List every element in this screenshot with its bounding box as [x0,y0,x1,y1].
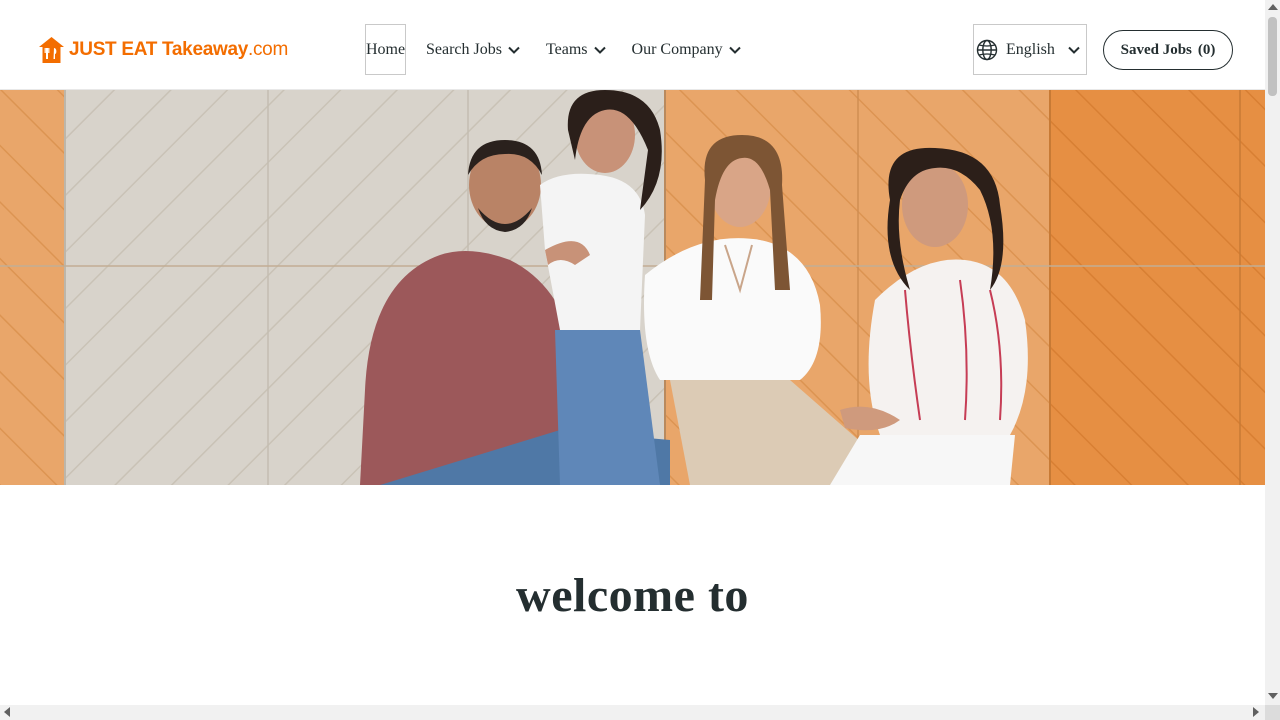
chevron-down-icon [593,46,606,54]
nav-teams-label: Teams [545,40,588,58]
saved-jobs-count: (0) [1197,41,1216,58]
nav-our-company[interactable]: Our Company [632,25,741,74]
chevron-down-icon [728,46,741,54]
scrollbar-corner [1265,705,1280,720]
logo-text: JUST EAT Takeaway.com [69,39,288,61]
nav-teams[interactable]: Teams [546,25,606,74]
scroll-right-arrow-icon[interactable] [1253,707,1259,717]
horizontal-scrollbar[interactable] [0,705,1265,720]
logo-text-domain: .com [248,39,288,60]
globe-icon [976,39,998,61]
logo-text-bold: JUST EAT Takeaway [69,39,248,60]
chevron-down-icon [1068,46,1080,54]
brand-logo[interactable]: JUST EAT Takeaway.com [38,34,288,66]
scroll-up-arrow-icon[interactable] [1268,4,1278,10]
vertical-scrollbar[interactable] [1265,0,1280,705]
language-label: English [1006,40,1055,58]
scroll-left-arrow-icon[interactable] [4,707,10,717]
nav-home[interactable]: Home [365,24,406,75]
site-header: JUST EAT Takeaway.com Home Search Jobs T… [0,0,1265,90]
nav-search-jobs[interactable]: Search Jobs [426,25,520,74]
saved-jobs-button[interactable]: Saved Jobs (0) [1103,30,1233,70]
language-selector[interactable]: English [973,24,1087,75]
welcome-heading: welcome to [516,569,749,622]
scroll-down-arrow-icon[interactable] [1268,693,1278,699]
main-nav: Home Search Jobs Teams Our Company [365,24,767,75]
chevron-down-icon [508,46,520,54]
hero-image [0,90,1265,485]
nav-our-company-label: Our Company [631,40,723,58]
house-fork-knife-icon [38,36,65,64]
page: JUST EAT Takeaway.com Home Search Jobs T… [0,0,1265,705]
nav-search-jobs-label: Search Jobs [426,40,502,58]
saved-jobs-label: Saved Jobs [1120,41,1192,58]
vertical-scrollbar-thumb[interactable] [1268,17,1277,96]
